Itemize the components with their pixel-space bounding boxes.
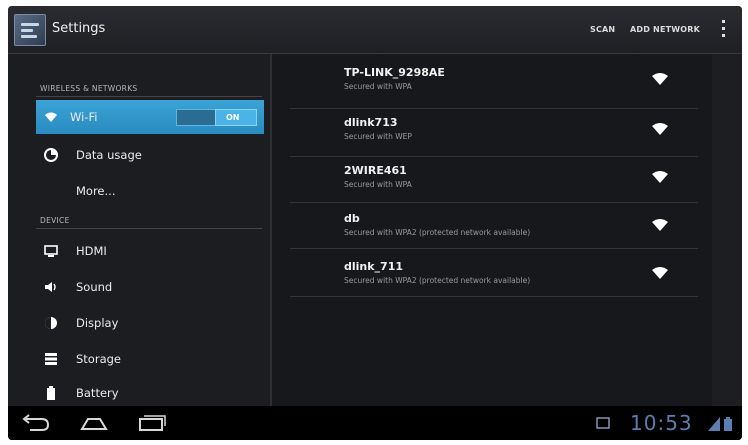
signal-status-icon (708, 417, 720, 431)
sidebar-item-label: Sound (76, 280, 113, 294)
network-ssid: dlink_711 (344, 260, 404, 273)
section-header-device: DEVICE (40, 216, 70, 225)
sidebar-item-label: More... (76, 184, 116, 198)
list-divider (290, 202, 698, 203)
network-security: Secured with WPA2 (protected network ava… (344, 228, 531, 237)
network-item[interactable]: 2WIRE461 Secured with WPA (290, 158, 710, 206)
network-item[interactable]: dlink713 Secured with WEP (290, 110, 710, 158)
wifi-signal-icon (652, 267, 668, 279)
recent-apps-icon[interactable] (136, 413, 168, 433)
wifi-icon (45, 112, 57, 122)
sidebar-item-sound[interactable]: Sound (36, 270, 264, 304)
list-divider (290, 108, 698, 109)
wifi-toggle[interactable]: ON (176, 109, 257, 126)
network-list: TP-LINK_9298AE Secured with WPA dlink713… (272, 54, 742, 406)
sidebar-item-storage[interactable]: Storage (36, 342, 264, 376)
wifi-signal-icon (652, 123, 668, 135)
settings-window: Settings SCAN ADD NETWORK WIRELESS & NET… (8, 6, 742, 440)
network-ssid: TP-LINK_9298AE (344, 66, 445, 79)
overflow-menu-icon[interactable] (720, 20, 726, 40)
hdmi-icon (44, 245, 58, 257)
network-item[interactable]: TP-LINK_9298AE Secured with WPA (290, 60, 710, 108)
data-usage-icon (44, 148, 58, 162)
list-divider (290, 248, 698, 249)
section-divider (36, 96, 262, 97)
network-security: Secured with WPA (344, 82, 412, 91)
battery-icon (47, 386, 55, 400)
sidebar-item-label: Data usage (76, 148, 142, 162)
system-bar: 10:53 (8, 406, 742, 440)
wifi-signal-icon (652, 73, 668, 85)
sidebar-item-label: Storage (76, 352, 121, 366)
section-header-wireless: WIRELESS & NETWORKS (40, 84, 138, 93)
network-item[interactable]: db Secured with WPA2 (protected network … (290, 206, 710, 254)
sidebar-item-battery[interactable]: Battery (36, 376, 264, 410)
list-divider (290, 156, 698, 157)
screenshot-icon (596, 417, 610, 429)
add-network-button[interactable]: ADD NETWORK (630, 25, 700, 34)
sidebar-item-more[interactable]: More... (36, 174, 264, 208)
sidebar-item-label: HDMI (76, 244, 107, 258)
display-icon (45, 317, 57, 329)
wifi-signal-icon (652, 219, 668, 231)
sidebar-item-data-usage[interactable]: Data usage (36, 138, 264, 172)
sidebar-item-wifi[interactable]: Wi-Fi ON (36, 100, 264, 134)
back-icon[interactable] (20, 413, 52, 433)
battery-status-icon (724, 417, 732, 431)
sidebar-item-label: Wi-Fi (70, 110, 98, 124)
storage-icon (45, 353, 57, 365)
network-ssid: db (344, 212, 360, 225)
network-security: Secured with WPA2 (protected network ava… (344, 276, 531, 285)
action-bar: Settings SCAN ADD NETWORK (8, 6, 742, 54)
wifi-signal-icon (652, 171, 668, 183)
list-divider (290, 296, 698, 297)
settings-icon[interactable] (14, 14, 46, 46)
sound-icon (45, 282, 56, 292)
network-ssid: dlink713 (344, 116, 398, 129)
app-title: Settings (52, 21, 106, 36)
network-security: Secured with WEP (344, 132, 412, 141)
sidebar-item-label: Display (76, 316, 119, 330)
clock[interactable]: 10:53 (630, 411, 693, 435)
toggle-state: ON (226, 113, 240, 122)
network-security: Secured with WPA (344, 180, 412, 189)
network-ssid: 2WIRE461 (344, 164, 407, 177)
network-item[interactable]: dlink_711 Secured with WPA2 (protected n… (290, 254, 710, 302)
sidebar-item-label: Battery (76, 386, 119, 400)
section-divider (36, 228, 262, 229)
scan-button[interactable]: SCAN (590, 25, 615, 34)
home-icon[interactable] (78, 413, 110, 433)
sidebar-item-display[interactable]: Display (36, 306, 264, 340)
settings-sidebar: WIRELESS & NETWORKS Wi-Fi ON Data usage … (8, 54, 270, 406)
scrollbar[interactable] (712, 54, 742, 406)
sidebar-item-hdmi[interactable]: HDMI (36, 234, 264, 268)
